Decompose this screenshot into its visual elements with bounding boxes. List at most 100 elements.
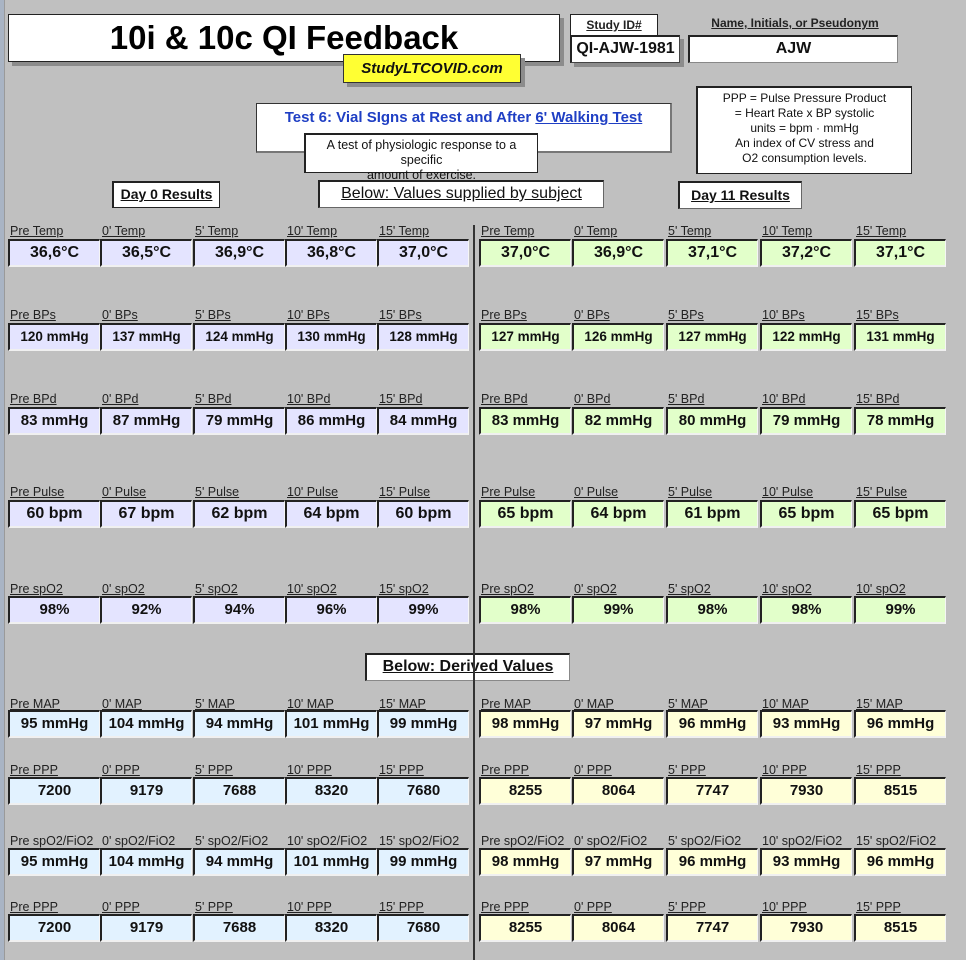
day0-spo2-label: 10' spO2 <box>287 582 337 596</box>
day0-bps-value[interactable]: 124 mmHg <box>193 323 285 351</box>
day11-ppp2-value[interactable]: 7747 <box>666 914 758 942</box>
day0-bpd-value[interactable]: 87 mmHg <box>100 407 192 435</box>
day11-map-value[interactable]: 98 mmHg <box>479 710 571 738</box>
day0-bps-value[interactable]: 120 mmHg <box>8 323 100 351</box>
day11-spo2fio2-value[interactable]: 96 mmHg <box>854 848 946 876</box>
day11-bps-value[interactable]: 131 mmHg <box>854 323 946 351</box>
day0-map-value[interactable]: 104 mmHg <box>100 710 192 738</box>
day0-ppp-value[interactable]: 7200 <box>8 777 100 805</box>
day11-temp-value[interactable]: 36,9°C <box>572 239 664 267</box>
day11-bpd-value[interactable]: 80 mmHg <box>666 407 758 435</box>
day11-pulse-value[interactable]: 65 bpm <box>479 500 571 528</box>
day0-spo2fio2-value[interactable]: 99 mmHg <box>377 848 469 876</box>
day0-temp-value[interactable]: 36,9°C <box>193 239 285 267</box>
day11-pulse-value[interactable]: 65 bpm <box>760 500 852 528</box>
name-field[interactable]: AJW <box>688 35 898 63</box>
day11-spo2fio2-value[interactable]: 96 mmHg <box>666 848 758 876</box>
day0-ppp2-value[interactable]: 8320 <box>285 914 377 942</box>
day11-bps-value[interactable]: 127 mmHg <box>666 323 758 351</box>
day0-spo2-value[interactable]: 96% <box>285 596 377 624</box>
day11-spo2-value[interactable]: 99% <box>854 596 946 624</box>
day0-bps-value[interactable]: 128 mmHg <box>377 323 469 351</box>
day11-bps-value[interactable]: 127 mmHg <box>479 323 571 351</box>
day0-pulse-value[interactable]: 67 bpm <box>100 500 192 528</box>
study-id-field[interactable]: QI-AJW-1981 <box>570 35 680 63</box>
day11-bpd-value[interactable]: 78 mmHg <box>854 407 946 435</box>
day0-temp-value[interactable]: 36,8°C <box>285 239 377 267</box>
day0-pulse-value[interactable]: 62 bpm <box>193 500 285 528</box>
day0-bps-value[interactable]: 130 mmHg <box>285 323 377 351</box>
day0-temp-value[interactable]: 36,5°C <box>100 239 192 267</box>
day11-ppp2-value[interactable]: 7930 <box>760 914 852 942</box>
day11-ppp2-value[interactable]: 8515 <box>854 914 946 942</box>
day0-spo2fio2-value[interactable]: 104 mmHg <box>100 848 192 876</box>
day0-bpd-value[interactable]: 86 mmHg <box>285 407 377 435</box>
day0-spo2-value[interactable]: 92% <box>100 596 192 624</box>
day11-spo2-value[interactable]: 98% <box>479 596 571 624</box>
day11-ppp-value[interactable]: 8515 <box>854 777 946 805</box>
site-link-badge[interactable]: StudyLTCOVID.com <box>343 54 521 83</box>
day0-pulse-value[interactable]: 64 bpm <box>285 500 377 528</box>
day11-spo2fio2-value[interactable]: 97 mmHg <box>572 848 664 876</box>
day11-spo2-value[interactable]: 98% <box>666 596 758 624</box>
day0-bpd-value[interactable]: 79 mmHg <box>193 407 285 435</box>
day11-map-value[interactable]: 93 mmHg <box>760 710 852 738</box>
day11-ppp-value[interactable]: 7930 <box>760 777 852 805</box>
day11-spo2-value[interactable]: 98% <box>760 596 852 624</box>
day0-ppp2-value[interactable]: 7688 <box>193 914 285 942</box>
day11-ppp2-value[interactable]: 8064 <box>572 914 664 942</box>
day0-pulse-value[interactable]: 60 bpm <box>377 500 469 528</box>
day11-temp-value[interactable]: 37,0°C <box>479 239 571 267</box>
day0-spo2fio2-value[interactable]: 94 mmHg <box>193 848 285 876</box>
day11-bpd-label: 0' BPd <box>574 392 611 406</box>
day0-ppp-value[interactable]: 9179 <box>100 777 192 805</box>
day11-bps-value[interactable]: 122 mmHg <box>760 323 852 351</box>
day11-temp-value[interactable]: 37,1°C <box>666 239 758 267</box>
day0-ppp-value[interactable]: 7680 <box>377 777 469 805</box>
day11-pulse-value[interactable]: 65 bpm <box>854 500 946 528</box>
day0-map-value[interactable]: 94 mmHg <box>193 710 285 738</box>
day11-spo2fio2-value[interactable]: 93 mmHg <box>760 848 852 876</box>
day11-ppp-value[interactable]: 7747 <box>666 777 758 805</box>
day0-map-value[interactable]: 101 mmHg <box>285 710 377 738</box>
day11-pulse-value[interactable]: 61 bpm <box>666 500 758 528</box>
day11-bps-value[interactable]: 126 mmHg <box>572 323 664 351</box>
day0-temp-label: 0' Temp <box>102 224 146 238</box>
day11-spo2fio2-value[interactable]: 98 mmHg <box>479 848 571 876</box>
day0-temp-value[interactable]: 37,0°C <box>377 239 469 267</box>
day11-bpd-value[interactable]: 83 mmHg <box>479 407 571 435</box>
day0-ppp2-value[interactable]: 7680 <box>377 914 469 942</box>
day0-ppp2-value[interactable]: 9179 <box>100 914 192 942</box>
day0-bps-value[interactable]: 137 mmHg <box>100 323 192 351</box>
day11-ppp2-value[interactable]: 8255 <box>479 914 571 942</box>
day11-map-value[interactable]: 96 mmHg <box>666 710 758 738</box>
day0-ppp2-label: 0' PPP <box>102 900 140 914</box>
day0-spo2-value[interactable]: 98% <box>8 596 100 624</box>
day0-ppp2-value[interactable]: 7200 <box>8 914 100 942</box>
day0-pulse-value[interactable]: 60 bpm <box>8 500 100 528</box>
study-id-label: Study ID# <box>570 14 658 36</box>
day11-bpd-value[interactable]: 82 mmHg <box>572 407 664 435</box>
day11-spo2-value[interactable]: 99% <box>572 596 664 624</box>
day0-spo2-value[interactable]: 94% <box>193 596 285 624</box>
day11-ppp-value[interactable]: 8064 <box>572 777 664 805</box>
day0-bpd-value[interactable]: 83 mmHg <box>8 407 100 435</box>
day0-spo2fio2-value[interactable]: 101 mmHg <box>285 848 377 876</box>
day11-temp-value[interactable]: 37,2°C <box>760 239 852 267</box>
day11-map-value[interactable]: 97 mmHg <box>572 710 664 738</box>
walking-test-link[interactable]: 6' Walking Test <box>535 109 642 126</box>
day11-temp-value[interactable]: 37,1°C <box>854 239 946 267</box>
day0-ppp-value[interactable]: 8320 <box>285 777 377 805</box>
day0-temp-value[interactable]: 36,6°C <box>8 239 100 267</box>
day11-bpd-value[interactable]: 79 mmHg <box>760 407 852 435</box>
day11-map-value[interactable]: 96 mmHg <box>854 710 946 738</box>
day0-ppp-value[interactable]: 7688 <box>193 777 285 805</box>
day0-bpd-value[interactable]: 84 mmHg <box>377 407 469 435</box>
day0-map-value[interactable]: 99 mmHg <box>377 710 469 738</box>
day11-pulse-value[interactable]: 64 bpm <box>572 500 664 528</box>
day0-spo2-value[interactable]: 99% <box>377 596 469 624</box>
day0-spo2fio2-value[interactable]: 95 mmHg <box>8 848 100 876</box>
day11-ppp-label: 15' PPP <box>856 763 901 777</box>
day0-map-value[interactable]: 95 mmHg <box>8 710 100 738</box>
day11-ppp-value[interactable]: 8255 <box>479 777 571 805</box>
